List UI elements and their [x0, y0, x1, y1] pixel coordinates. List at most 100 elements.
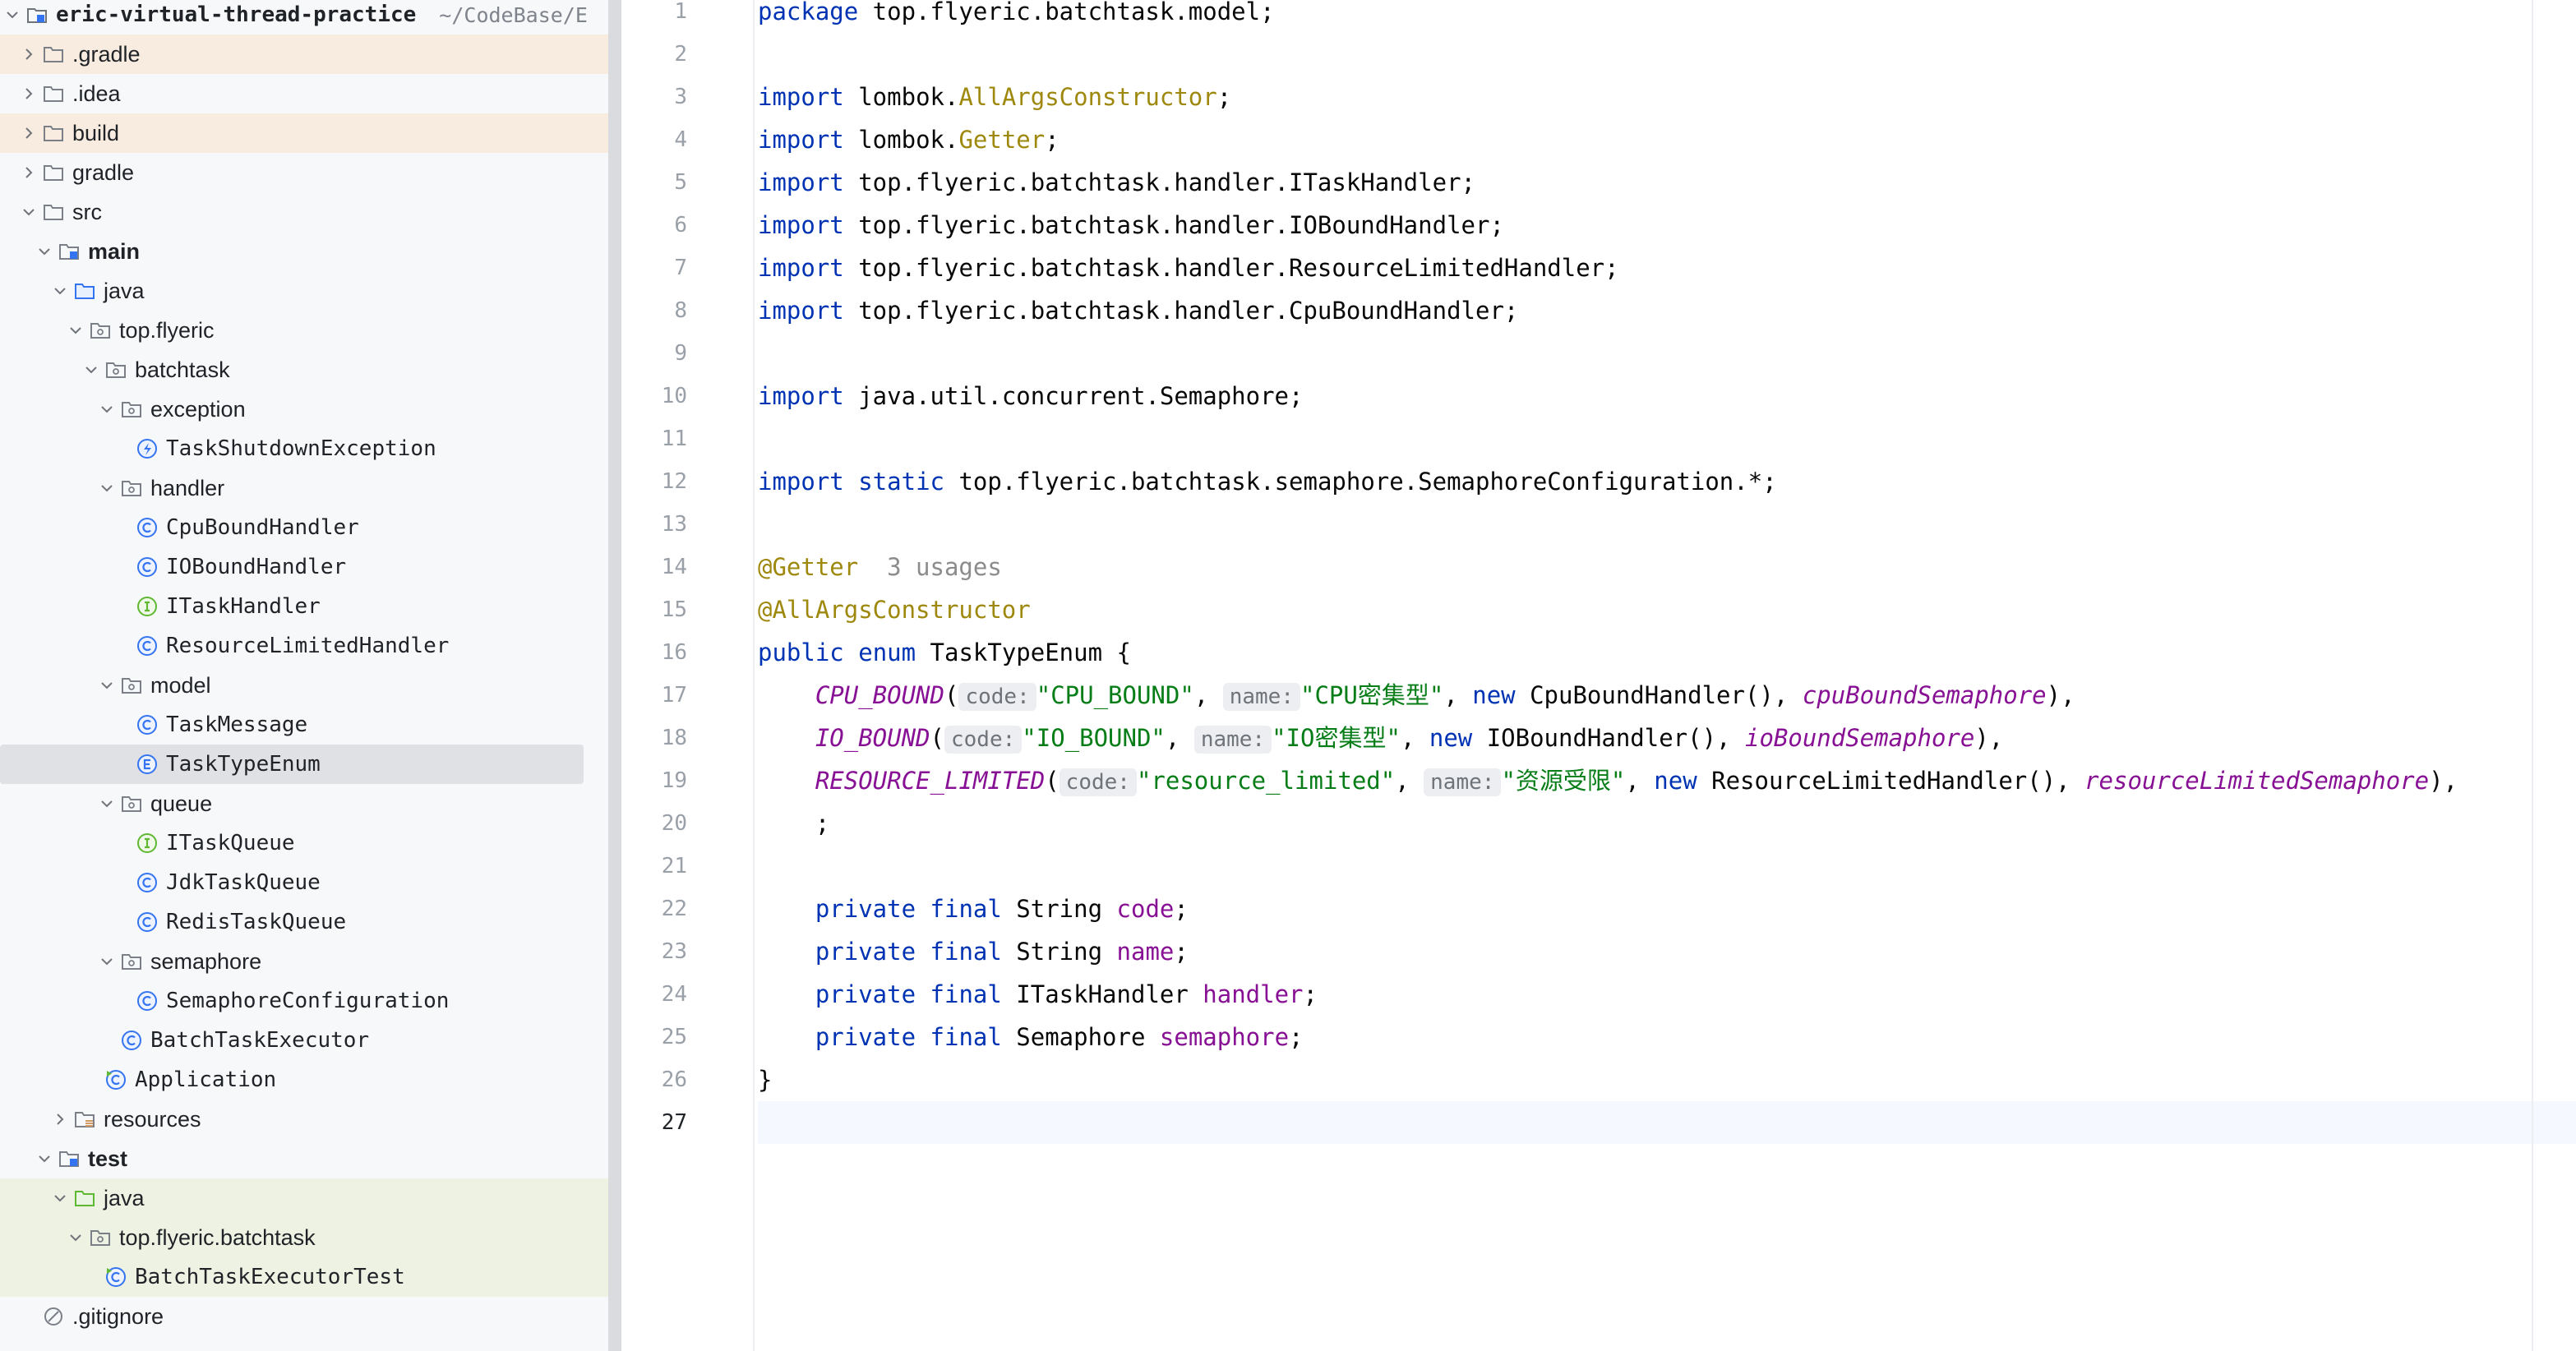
- tree-item-label: SemaphoreConfiguration: [166, 989, 450, 1013]
- code-line[interactable]: private final Semaphore semaphore;: [758, 1016, 2576, 1058]
- chevron-down-icon[interactable]: [48, 271, 72, 311]
- tree-item-cpuboundhandler[interactable]: CpuBoundHandler: [0, 508, 608, 547]
- code-line[interactable]: [758, 845, 2576, 888]
- tree-item-java[interactable]: java: [0, 1178, 608, 1218]
- code-line[interactable]: [758, 332, 2576, 375]
- tree-item-taskshutdownexception[interactable]: TaskShutdownException: [0, 429, 608, 468]
- chevron-down-icon[interactable]: [32, 1139, 57, 1178]
- tree-item-jdktaskqueue[interactable]: JdkTaskQueue: [0, 863, 608, 902]
- line-number: 24: [661, 982, 687, 1007]
- chevron-right-icon[interactable]: [16, 153, 41, 192]
- tree-item-tasktypeenum[interactable]: TaskTypeEnum: [0, 745, 584, 784]
- chevron-down-icon[interactable]: [32, 232, 57, 271]
- tree-item-itaskhandler[interactable]: ITaskHandler: [0, 587, 608, 626]
- tree-item-ioboundhandler[interactable]: IOBoundHandler: [0, 547, 608, 587]
- tree-item-batchtaskexecutortest[interactable]: BatchTaskExecutorTest: [0, 1257, 608, 1297]
- chevron-down-icon[interactable]: [63, 1218, 88, 1257]
- code-line[interactable]: import top.flyeric.batchtask.handler.ITa…: [758, 161, 2576, 204]
- code-line[interactable]: package top.flyeric.batchtask.model;: [758, 0, 2576, 33]
- code-line[interactable]: import java.util.concurrent.Semaphore;: [758, 375, 2576, 417]
- tree-root[interactable]: eric-virtual-thread-practice ~/CodeBase/…: [0, 0, 608, 35]
- chevron-down-icon[interactable]: [79, 350, 104, 390]
- code-line[interactable]: @AllArgsConstructor: [758, 588, 2576, 631]
- code-token: ResourceLimitedHandler(),: [1697, 767, 2085, 795]
- tree-item-batchtask[interactable]: batchtask: [0, 350, 608, 390]
- tree-item-semaphoreconfiguration[interactable]: SemaphoreConfiguration: [0, 981, 608, 1021]
- tree-item-gitignore[interactable]: .gitignore: [0, 1297, 608, 1336]
- class-icon: [135, 981, 159, 1021]
- code-line[interactable]: public enum TaskTypeEnum {: [758, 631, 2576, 674]
- class-icon: [135, 547, 159, 587]
- code-line[interactable]: [758, 417, 2576, 460]
- tree-item-redistaskqueue[interactable]: RedisTaskQueue: [0, 902, 608, 942]
- code-line[interactable]: [758, 1101, 2576, 1144]
- tree-item-top-flyeric[interactable]: top.flyeric: [0, 311, 608, 350]
- tree-item-src[interactable]: src: [0, 192, 608, 232]
- tree-item-taskmessage[interactable]: TaskMessage: [0, 705, 608, 745]
- code-token: }: [758, 1066, 773, 1094]
- tree-item-resourcelimitedhandler[interactable]: ResourceLimitedHandler: [0, 626, 608, 666]
- chevron-down-icon[interactable]: [0, 0, 25, 35]
- code-line[interactable]: RESOURCE_LIMITED(code: "resource_limited"…: [758, 759, 2576, 802]
- code-line[interactable]: @Getter 3 usages: [758, 546, 2576, 588]
- code-line[interactable]: IO_BOUND(code: "IO_BOUND", name: "IO密集型", …: [758, 717, 2576, 759]
- code-line[interactable]: [758, 33, 2576, 76]
- chevron-down-icon[interactable]: [95, 390, 119, 429]
- code-line[interactable]: [758, 503, 2576, 546]
- tree-item-label: resources: [104, 1106, 201, 1132]
- tree-item-java[interactable]: java: [0, 271, 608, 311]
- tree-item-gradle[interactable]: gradle: [0, 153, 608, 192]
- code-token: ;: [1303, 980, 1318, 1008]
- tree-item-queue[interactable]: queue: [0, 784, 608, 823]
- code-token: ),: [1974, 724, 2004, 752]
- code-line[interactable]: import top.flyeric.batchtask.handler.Res…: [758, 247, 2576, 289]
- usages-hint[interactable]: 3 usages: [858, 553, 1002, 581]
- tree-item-application[interactable]: Application: [0, 1060, 608, 1100]
- tree-item-main[interactable]: main: [0, 232, 608, 271]
- tree-item-top-flyeric-batchtask[interactable]: top.flyeric.batchtask: [0, 1218, 608, 1257]
- code-line[interactable]: import top.flyeric.batchtask.handler.IOB…: [758, 204, 2576, 247]
- tree-item-exception[interactable]: exception: [0, 390, 608, 429]
- code-line[interactable]: private final String code;: [758, 888, 2576, 930]
- chevron-down-icon[interactable]: [95, 666, 119, 705]
- code-line[interactable]: ;: [758, 802, 2576, 845]
- project-name: eric-virtual-thread-practice: [56, 2, 417, 27]
- tree-item-batchtaskexecutor[interactable]: BatchTaskExecutor: [0, 1021, 608, 1060]
- tree-item-gradle[interactable]: .gradle: [0, 35, 608, 74]
- code-line[interactable]: CPU_BOUND(code: "CPU_BOUND", name: "CPU密集型…: [758, 674, 2576, 717]
- chevron-down-icon[interactable]: [95, 468, 119, 508]
- tree-item-build[interactable]: build: [0, 113, 608, 153]
- tree-item-model[interactable]: model: [0, 666, 608, 705]
- code-line[interactable]: import lombok.Getter;: [758, 118, 2576, 161]
- chevron-down-icon[interactable]: [63, 311, 88, 350]
- code-line[interactable]: }: [758, 1058, 2576, 1101]
- tree-item-resources[interactable]: resources: [0, 1100, 608, 1139]
- package-icon: [104, 350, 128, 390]
- code-line[interactable]: import top.flyeric.batchtask.handler.Cpu…: [758, 289, 2576, 332]
- chevron-down-icon[interactable]: [95, 942, 119, 981]
- chevron-right-icon[interactable]: [48, 1100, 72, 1139]
- code-line[interactable]: private final ITaskHandler handler;: [758, 973, 2576, 1016]
- code-token: ,: [1165, 724, 1194, 752]
- tree-item-itaskqueue[interactable]: ITaskQueue: [0, 823, 608, 863]
- chevron-down-icon[interactable]: [16, 192, 41, 232]
- tree-item-semaphore[interactable]: semaphore: [0, 942, 608, 981]
- chevron-down-icon[interactable]: [48, 1178, 72, 1218]
- tree-item-test[interactable]: test: [0, 1139, 608, 1178]
- code-line[interactable]: import lombok.AllArgsConstructor;: [758, 76, 2576, 118]
- tree-scrollbar[interactable]: [608, 0, 621, 1351]
- code-line[interactable]: private final String name;: [758, 930, 2576, 973]
- code-token: String: [1001, 938, 1117, 966]
- chevron-down-icon[interactable]: [95, 784, 119, 823]
- code-editor[interactable]: 1 2 3 4 5 6 7 8 9 10 11 12 13 14 15 16 17 18 19 20 21 22 23 24 2…: [626, 0, 2576, 1351]
- chevron-right-icon[interactable]: [16, 74, 41, 113]
- code-token: (: [1045, 767, 1059, 795]
- chevron-right-icon[interactable]: [16, 35, 41, 74]
- chevron-right-icon[interactable]: [16, 113, 41, 153]
- tree-item-handler[interactable]: handler: [0, 468, 608, 508]
- code-line[interactable]: import static top.flyeric.batchtask.sema…: [758, 460, 2576, 503]
- tree-item-idea[interactable]: .idea: [0, 74, 608, 113]
